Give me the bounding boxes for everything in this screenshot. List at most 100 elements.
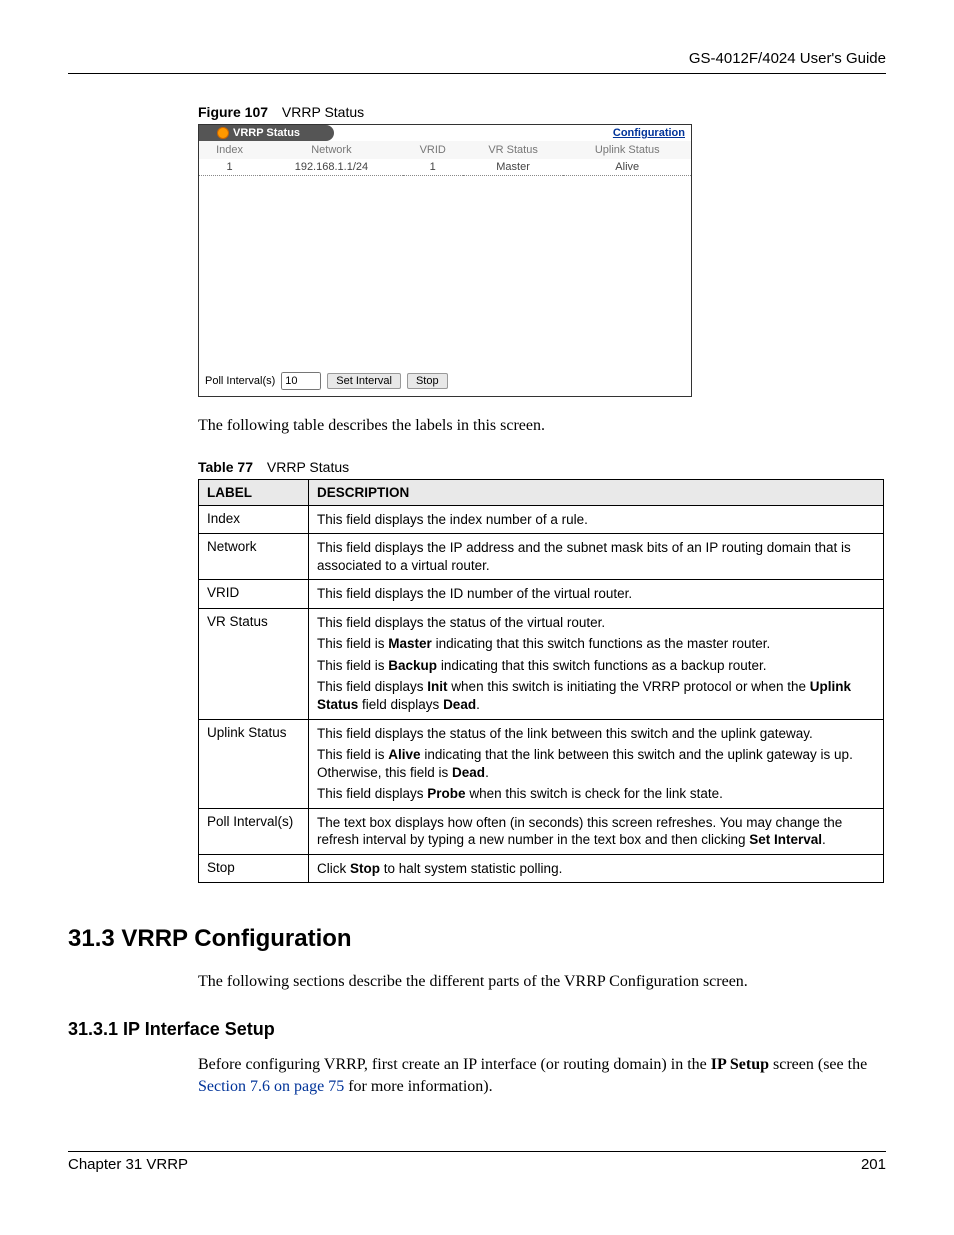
p: This field displays Probe when this swit… [317, 785, 875, 803]
t: field displays [358, 697, 443, 712]
vrrp-status-screenshot: VRRP Status Configuration Index Network … [198, 124, 692, 397]
col-network: Network [260, 141, 403, 159]
table-header-row: Index Network VRID VR Status Uplink Stat… [199, 141, 691, 159]
t: indicating that this switch functions as… [432, 636, 770, 651]
bold: Set Interval [749, 832, 822, 847]
p: Click Stop to halt system statistic poll… [317, 860, 875, 878]
bold: Master [388, 636, 432, 651]
row-stop: Stop Click Stop to halt system statistic… [199, 854, 884, 883]
row-poll: Poll Interval(s) The text box displays h… [199, 808, 884, 854]
figure-number: Figure 107 [198, 104, 268, 120]
t: to halt system statistic polling. [380, 861, 562, 876]
col-uplinkstatus: Uplink Status [563, 141, 691, 159]
page-footer: Chapter 31 VRRP 201 [68, 1151, 886, 1173]
label-cell: Uplink Status [199, 719, 309, 808]
p: This field is Backup indicating that thi… [317, 657, 875, 675]
stop-button[interactable]: Stop [407, 373, 448, 389]
t: for more information). [344, 1078, 492, 1095]
section-heading: 31.3 VRRP Configuration [68, 925, 886, 953]
bold: IP Setup [711, 1056, 769, 1073]
t: This field is [317, 747, 388, 762]
t: This field is [317, 658, 388, 673]
set-interval-button[interactable]: Set Interval [327, 373, 401, 389]
cell-vrstatus: Master [463, 159, 564, 176]
row-vrid: VRID This field displays the ID number o… [199, 580, 884, 609]
table-row: 1 192.168.1.1/24 1 Master Alive [199, 159, 691, 176]
t: when this switch is check for the link s… [466, 786, 723, 801]
p: This field is Master indicating that thi… [317, 635, 875, 653]
screenshot-empty-area [199, 176, 691, 366]
t: This field displays [317, 786, 427, 801]
tab-label: VRRP Status [233, 127, 300, 139]
tab-shape: VRRP Status [199, 125, 334, 141]
desc-header-row: LABEL DESCRIPTION [199, 479, 884, 505]
description-table: LABEL DESCRIPTION Index This field displ… [198, 479, 884, 884]
row-network: Network This field displays the IP addre… [199, 534, 884, 580]
p: This field displays the index number of … [317, 511, 875, 529]
desc-cell: This field displays the status of the li… [309, 719, 884, 808]
footer-page: 201 [861, 1156, 886, 1173]
t: This field displays [317, 679, 427, 694]
section-intro: The following sections describe the diff… [198, 971, 886, 993]
screenshot-titlebar: VRRP Status Configuration [199, 125, 691, 141]
bold: Backup [388, 658, 437, 673]
row-uplink: Uplink Status This field displays the st… [199, 719, 884, 808]
cell-vrid: 1 [403, 159, 463, 176]
desc-cell: The text box displays how often (in seco… [309, 808, 884, 854]
t: . [822, 832, 826, 847]
bold: Alive [388, 747, 420, 762]
bold: Dead [452, 765, 485, 780]
p: This field displays Init when this switc… [317, 678, 875, 713]
label-cell: Index [199, 505, 309, 534]
tab-dot-icon [217, 127, 229, 139]
header-rule [68, 73, 886, 74]
t: when this switch is initiating the VRRP … [448, 679, 810, 694]
row-vrstatus: VR Status This field displays the status… [199, 608, 884, 719]
p: This field displays the status of the vi… [317, 614, 875, 632]
label-cell: Network [199, 534, 309, 580]
p: This field is Alive indicating that the … [317, 746, 875, 781]
t: This field is [317, 636, 388, 651]
t: screen (see the [769, 1056, 867, 1073]
screenshot-tab: VRRP Status [199, 125, 334, 141]
header-description: DESCRIPTION [309, 479, 884, 505]
configuration-link[interactable]: Configuration [613, 127, 691, 139]
desc-cell: This field displays the IP address and t… [309, 534, 884, 580]
subsection-heading: 31.3.1 IP Interface Setup [68, 1019, 886, 1040]
bold: Probe [427, 786, 465, 801]
desc-cell: Click Stop to halt system statistic poll… [309, 854, 884, 883]
row-index: Index This field displays the index numb… [199, 505, 884, 534]
subsection-text: Before configuring VRRP, first create an… [198, 1054, 886, 1097]
cell-network: 192.168.1.1/24 [260, 159, 403, 176]
desc-cell: This field displays the status of the vi… [309, 608, 884, 719]
footer-rule [68, 1151, 886, 1152]
screenshot-footer: Poll Interval(s) Set Interval Stop [199, 366, 691, 396]
p: This field displays the ID number of the… [317, 585, 875, 603]
label-cell: Stop [199, 854, 309, 883]
col-index: Index [199, 141, 260, 159]
cell-index: 1 [199, 159, 260, 176]
t: indicating that this switch functions as… [437, 658, 766, 673]
label-cell: VR Status [199, 608, 309, 719]
bold: Stop [350, 861, 380, 876]
vrrp-status-table: Index Network VRID VR Status Uplink Stat… [199, 141, 691, 176]
table-number: Table 77 [198, 459, 253, 475]
desc-cell: This field displays the index number of … [309, 505, 884, 534]
col-vrstatus: VR Status [463, 141, 564, 159]
p: This field displays the status of the li… [317, 725, 875, 743]
label-cell: VRID [199, 580, 309, 609]
table-title: VRRP Status [267, 459, 349, 475]
cell-uplink: Alive [563, 159, 691, 176]
figure-caption: Figure 107 VRRP Status [198, 104, 886, 120]
poll-interval-label: Poll Interval(s) [205, 375, 275, 387]
t: . [485, 765, 489, 780]
poll-interval-input[interactable] [281, 372, 321, 390]
table-caption: Table 77 VRRP Status [198, 459, 886, 475]
header-guide: GS-4012F/4024 User's Guide [68, 50, 886, 73]
label-cell: Poll Interval(s) [199, 808, 309, 854]
figure-title: VRRP Status [282, 104, 364, 120]
cross-ref-link[interactable]: Section 7.6 on page 75 [198, 1078, 344, 1095]
desc-cell: This field displays the ID number of the… [309, 580, 884, 609]
t: Click [317, 861, 350, 876]
bold: Dead [443, 697, 476, 712]
